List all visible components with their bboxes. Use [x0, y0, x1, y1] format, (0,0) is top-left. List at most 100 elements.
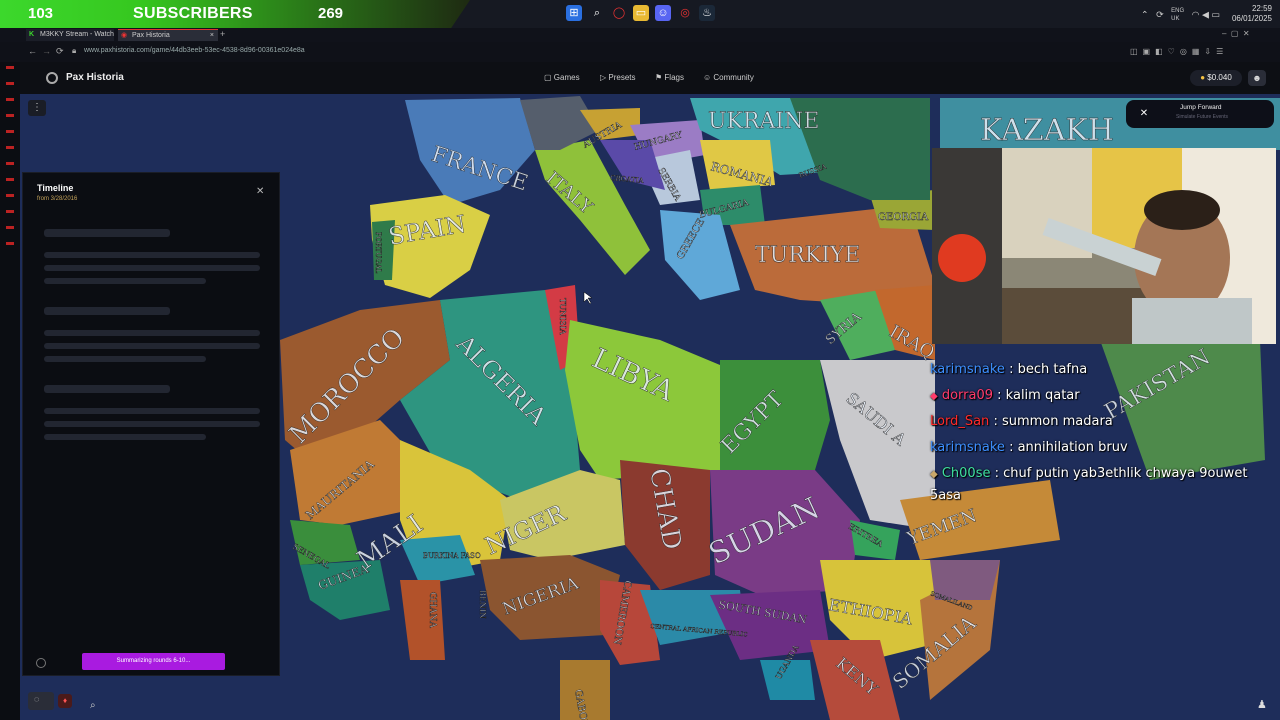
sync-icon[interactable]: ⟳ [1156, 9, 1164, 19]
skeleton-heading [44, 385, 170, 393]
label-ukraine: UKRAINE [708, 109, 819, 134]
menu-dots-icon[interactable]: ⋮ [28, 100, 46, 116]
nav-community[interactable]: ☺ Community [703, 73, 754, 82]
chat-username: karimsnake [930, 362, 1005, 377]
nav-label: Games [553, 73, 580, 82]
label-georgia: GEORGIA [878, 212, 929, 223]
chat-icon: ▢ [544, 73, 552, 82]
nav-label: Presets [608, 73, 636, 82]
wifi-icon[interactable]: ◠ [1192, 9, 1200, 19]
lang-indicator[interactable]: ENG UK [1171, 7, 1184, 23]
label-ghana: GHANA [427, 592, 437, 628]
opera-icon[interactable]: ◯ [611, 5, 627, 21]
browser-sidebar [0, 62, 20, 720]
skeleton-line [44, 265, 260, 271]
skeleton-line [44, 421, 260, 427]
globe-icon: ◉ [121, 32, 128, 39]
search-icon[interactable]: ⌕ [589, 5, 605, 21]
chat-message: ◆ Ch00se : chuf putin yab3ethlik chwaya … [930, 466, 1247, 481]
tab-stream[interactable]: K M3KKY Stream - Watch Li... [26, 29, 114, 50]
kick-icon: K [29, 31, 35, 38]
chat-username: dorra09 [941, 388, 994, 403]
chat-text: : kalim qatar [997, 388, 1080, 403]
chat-message: Lord_San : summon madara [930, 414, 1113, 429]
forward-icon[interactable]: → [42, 46, 51, 56]
search-icon[interactable]: ⌕ [90, 700, 96, 711]
chat-text: : summon madara [993, 414, 1113, 429]
nav-games[interactable]: ▢ Games [544, 73, 580, 82]
clock-date: 06/01/2025 [1231, 14, 1272, 23]
sidebar-icons[interactable] [6, 66, 14, 256]
chat-username: Lord_San [930, 414, 990, 429]
chat-message: ◆ dorra09 : kalim qatar [930, 388, 1080, 403]
subscriber-label: SUBSCRIBERS [133, 5, 253, 22]
nav-flags[interactable]: ⚑ Flags [655, 73, 684, 82]
skeleton-heading [44, 229, 170, 237]
nav-label: Community [713, 73, 754, 82]
user-icon[interactable]: ♟ [1257, 698, 1267, 711]
balance-display[interactable]: ● $0.040 [1190, 70, 1242, 86]
window-controls[interactable]: – ▢ ✕ [1222, 29, 1250, 38]
chat-text: 5asa [930, 488, 961, 503]
folder-icon[interactable]: ▭ [633, 5, 649, 21]
play-icon: ▷ [600, 73, 607, 82]
chat-message: karimsnake : bech tafna [930, 362, 1087, 377]
chat-text: : bech tafna [1009, 362, 1088, 377]
people-icon: ☺ [703, 73, 712, 82]
timeline-title: Timeline [37, 183, 74, 193]
clock-time: 22:59 [1251, 4, 1272, 13]
chevron-up-icon[interactable]: ⌃ [1141, 9, 1149, 19]
app-header [0, 62, 1280, 94]
skeleton-line [44, 434, 206, 440]
volume-icon[interactable]: ◀ [1202, 9, 1209, 19]
system-tray: ⌃ ⟳ ENG UK ◠ ◀ ▭ [1141, 7, 1220, 23]
close-tab-icon[interactable]: × [210, 30, 214, 42]
lock-icon[interactable]: 🔒︎ [72, 46, 76, 56]
label-portugal: PORTUGAL [374, 232, 382, 274]
subscriber-goal: 269 [318, 5, 344, 22]
battery-icon[interactable]: ▭ [1211, 9, 1220, 19]
settings-icon[interactable] [36, 658, 46, 668]
timeline-subtitle: from 3/28/2016 [37, 196, 78, 202]
coin-icon: ● [1200, 73, 1206, 82]
chat-username: karimsnake [930, 440, 1005, 455]
tab-label: Pax Historia [132, 32, 170, 39]
app-name[interactable]: Pax Historia [66, 72, 124, 83]
skeleton-line [44, 330, 260, 336]
close-icon[interactable]: ✕ [256, 186, 264, 197]
reload-icon[interactable]: ⟳ [56, 46, 64, 57]
chat-icon[interactable]: ◌ [34, 694, 39, 704]
nav-label: Flags [664, 73, 684, 82]
chat-message: karimsnake : annihilation bruv [930, 440, 1128, 455]
skeleton-line [44, 408, 260, 414]
jump-forward-subtitle: Simulate Future Events [1176, 114, 1228, 120]
account-icon[interactable]: ☻ [1248, 70, 1266, 86]
system-clock[interactable]: 22:59 06/01/2025 [1232, 4, 1272, 24]
tab-pax-historia[interactable]: ◉ Pax Historia × [118, 29, 218, 41]
back-icon[interactable]: ← [28, 46, 37, 56]
summarizing-status: Summarizing rounds 6-10... [82, 653, 225, 670]
browser-extensions[interactable]: ◫▣◧♡◎▦⇩☰ [1130, 47, 1228, 56]
flag-icon: ⚑ [655, 73, 663, 82]
label-kazakh: KAZAKH [980, 113, 1114, 148]
chat-username: Ch00se [941, 466, 991, 481]
browser-icon[interactable]: ◎ [677, 5, 693, 21]
steam-icon[interactable]: ♨ [699, 5, 715, 21]
flame-icon[interactable]: ♦ [58, 694, 72, 708]
discord-icon[interactable]: ☺ [655, 5, 671, 21]
windows-start-icon[interactable]: ⊞ [566, 5, 582, 21]
chat-text: : annihilation bruv [1009, 440, 1128, 455]
new-tab-button[interactable]: + [220, 29, 225, 39]
close-icon[interactable]: ✕ [1136, 106, 1152, 122]
pax-logo-icon[interactable] [46, 72, 58, 84]
balance-value: $0.040 [1207, 73, 1232, 82]
label-turkiye: TURKIYE [755, 243, 861, 268]
nav-presets[interactable]: ▷ Presets [600, 73, 636, 82]
skeleton-line [44, 278, 206, 284]
chat-message-continued: 5asa [930, 488, 961, 503]
badge-icon: ◆ [930, 391, 938, 402]
url-field[interactable]: www.paxhistoria.com/game/44db3eeb-53ec-4… [84, 47, 305, 54]
label-burkina: BURKINA FASO [423, 552, 481, 560]
subscriber-count: 103 [28, 5, 54, 22]
label-tunisia: TUNISIA [558, 298, 567, 335]
